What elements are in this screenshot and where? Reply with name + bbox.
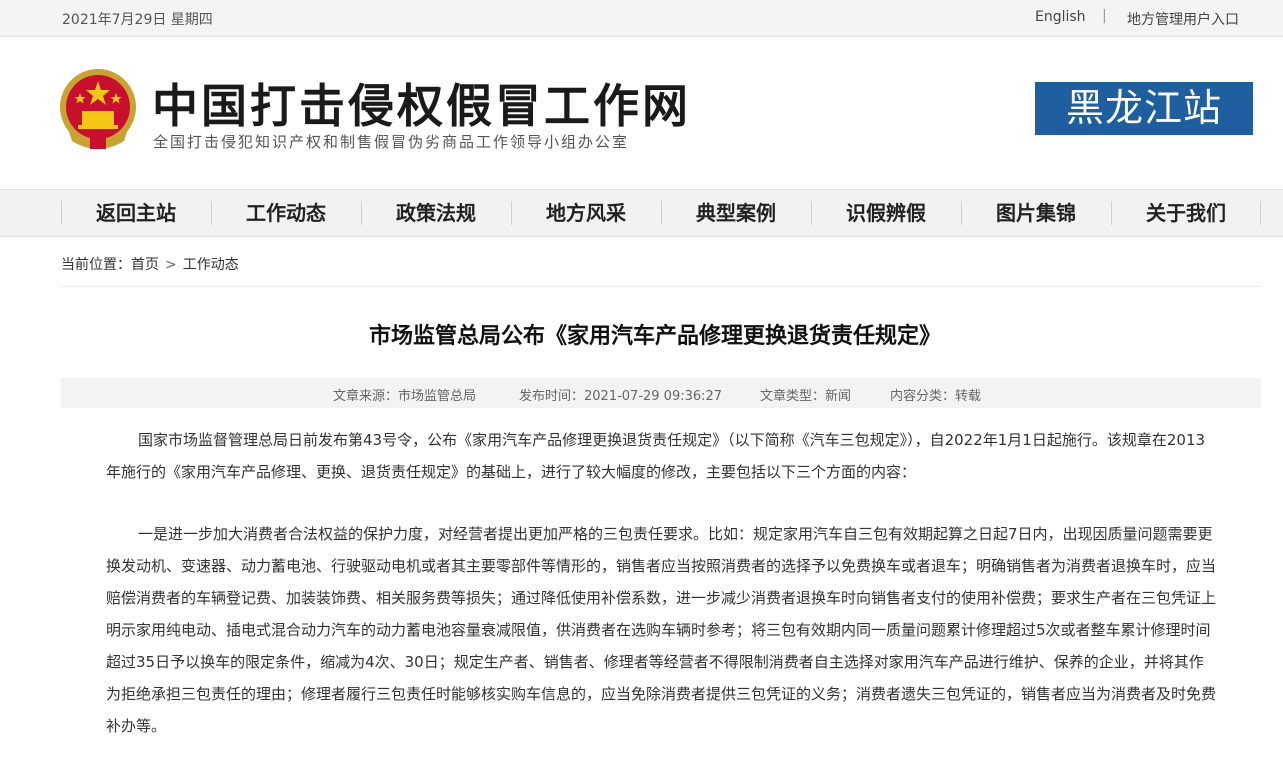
breadcrumb-current-link[interactable]: 工作动态 bbox=[183, 257, 239, 273]
top-bar: 2021年7月29日 星期四 English | 地方管理用户入口 bbox=[0, 0, 1283, 37]
breadcrumb-arrow: > bbox=[165, 257, 177, 273]
nav-item-gallery[interactable]: 图片集锦 bbox=[961, 190, 1111, 236]
article-paragraph-1: 国家市场监督管理总局日前发布第43号令，公布《家用汽车产品修理更换退货责任规定》… bbox=[106, 424, 1216, 488]
article-type: 文章类型：新闻 bbox=[760, 389, 852, 404]
nav-item-identify[interactable]: 识假辨假 bbox=[811, 190, 961, 236]
topbar-separator: | bbox=[1102, 8, 1107, 24]
station-badge: 黑龙江站 bbox=[1035, 82, 1253, 135]
main-nav: 返回主站 工作动态 政策法规 地方风采 典型案例 识假辨假 图片集锦 关于我们 bbox=[0, 189, 1283, 237]
nav-item-cases[interactable]: 典型案例 bbox=[661, 190, 811, 236]
nav-item-about[interactable]: 关于我们 bbox=[1111, 190, 1261, 236]
current-date: 2021年7月29日 星期四 bbox=[62, 12, 213, 28]
nav-divider bbox=[1260, 201, 1261, 225]
site-subtitle: 全国打击侵犯知识产权和制售假冒伪劣商品工作领导小组办公室 bbox=[153, 133, 630, 151]
breadcrumb-divider bbox=[61, 286, 1261, 287]
nav-item-home[interactable]: 返回主站 bbox=[61, 190, 211, 236]
article-meta: 文章来源：市场监管总局 发布时间：2021-07-29 09:36:27 文章类… bbox=[61, 378, 1261, 408]
article-paragraph-2: 一是进一步加大消费者合法权益的保护力度，对经营者提出更加严格的三包责任要求。比如… bbox=[106, 518, 1216, 742]
english-link[interactable]: English bbox=[1035, 9, 1086, 25]
article-title: 市场监管总局公布《家用汽车产品修理更换退货责任规定》 bbox=[368, 324, 941, 349]
breadcrumb-home-link[interactable]: 首页 bbox=[131, 257, 159, 273]
breadcrumb: 当前位置：首页 > 工作动态 bbox=[61, 254, 239, 274]
nav-item-local[interactable]: 地方风采 bbox=[511, 190, 661, 236]
nav-item-news[interactable]: 工作动态 bbox=[211, 190, 361, 236]
paragraph-text: 国家市场监督管理总局日前发布第43号令，公布《家用汽车产品修理更换退货责任规定》… bbox=[106, 431, 1206, 481]
national-emblem-icon bbox=[60, 69, 136, 149]
site-title: 中国打击侵权假冒工作网 bbox=[152, 79, 691, 133]
paragraph-text: 一是进一步加大消费者合法权益的保护力度，对经营者提出更加严格的三包责任要求。比如… bbox=[106, 525, 1217, 735]
article-publish-time: 发布时间：2021-07-29 09:36:27 bbox=[519, 389, 723, 404]
article-category: 内容分类：转载 bbox=[890, 389, 982, 404]
nav-item-policy[interactable]: 政策法规 bbox=[361, 190, 511, 236]
breadcrumb-prefix: 当前位置： bbox=[61, 257, 131, 273]
article-source: 文章来源：市场监管总局 bbox=[333, 389, 477, 404]
local-admin-login-link[interactable]: 地方管理用户入口 bbox=[1127, 9, 1239, 29]
